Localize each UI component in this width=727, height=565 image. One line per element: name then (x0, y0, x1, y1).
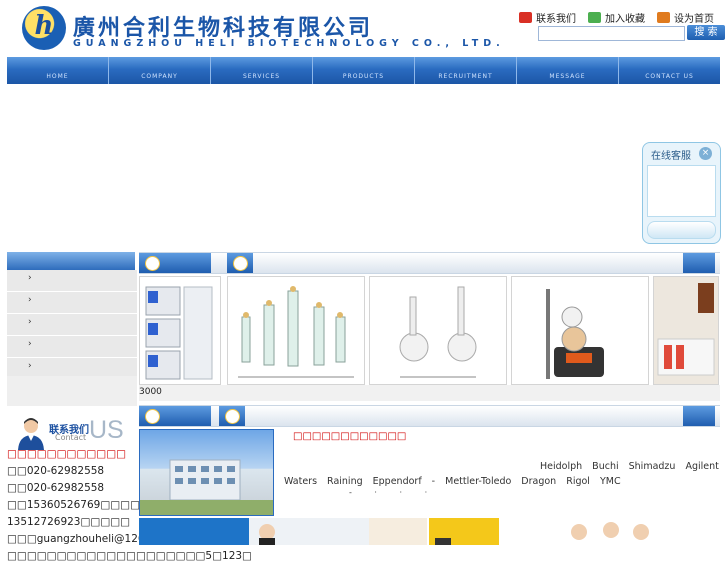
service-body[interactable] (647, 165, 716, 217)
product-image-reagents[interactable] (653, 276, 719, 385)
nav-recruitment[interactable]: RECRUITMENT (415, 57, 517, 84)
search-button[interactable]: 搜 索 (687, 25, 725, 40)
add-favorite-link[interactable]: 加入收藏 (588, 10, 645, 25)
search-input[interactable] (538, 26, 685, 41)
nav-company[interactable]: COMPANY (109, 57, 211, 84)
news-more-tab[interactable] (683, 406, 715, 426)
news-title-bar (139, 405, 720, 427)
rotary-evaporator-illustration (546, 289, 604, 379)
company-name-en: GUANGZHOU HELI BIOTECHNOLOGY CO., LTD. (73, 38, 505, 49)
contact-address: □□□□□□□□□□□□□□□□□□□□5□123□ (7, 550, 252, 562)
main-nav: HOME COMPANY SERVICES PRODUCTS RECRUITME… (7, 57, 720, 84)
contact-details: □□□□□□□□□□□□ □□020-62982558 □□020-629825… (7, 446, 252, 565)
chevron-right-icon: › (28, 295, 32, 305)
brand-list-1: Heidolph Buchi Shimadzu Agilent (540, 461, 719, 472)
product-image-rotary-evaporator[interactable] (511, 276, 649, 385)
news-headline[interactable]: □□□□□□□□□□□□ (293, 431, 406, 442)
contact-us-link[interactable]: 联系我们 (519, 10, 576, 25)
online-service-widget: 在线客服 × (642, 142, 721, 244)
chevron-right-icon: › (28, 317, 32, 327)
category-item[interactable]: › (7, 336, 137, 358)
bottom-banner (139, 518, 720, 545)
news-subtab[interactable] (219, 406, 245, 426)
bulb-icon (145, 256, 160, 271)
category-header (7, 252, 135, 270)
contact-title-en: Contact (55, 433, 87, 442)
chevron-right-icon: › (28, 361, 32, 371)
building-illustration (140, 459, 273, 515)
product-image-glassware[interactable] (369, 276, 507, 385)
nav-message[interactable]: MESSAGE (517, 57, 619, 84)
news-tab[interactable] (139, 406, 211, 426)
set-homepage-link[interactable]: 设为首页 (657, 10, 714, 25)
close-icon[interactable]: × (699, 147, 712, 160)
company-building-image[interactable] (139, 429, 274, 516)
products-subtab[interactable] (227, 253, 253, 273)
product-gallery (139, 276, 720, 385)
bulb-icon (225, 409, 240, 424)
chevron-right-icon: › (28, 273, 32, 283)
customer-service-person-icon (18, 418, 44, 450)
product-image-hplc[interactable] (139, 276, 221, 385)
nav-products[interactable]: PRODUCTS (313, 57, 415, 84)
phone-icon (519, 12, 532, 23)
contact-email[interactable]: □□□guangzhouheli@126.com (7, 531, 170, 548)
link-label: 联系我们 (536, 14, 576, 25)
category-item[interactable]: › (7, 292, 137, 314)
products-more-tab[interactable] (683, 253, 715, 273)
contact-mobile-2: 13512726923□□□□□ (7, 516, 131, 528)
glassware-illustration (399, 286, 477, 378)
products-title-bar (139, 252, 720, 274)
contact-phone: □□020-62982558 (7, 465, 105, 477)
service-title: 在线客服 (651, 151, 691, 162)
chevron-right-icon: › (28, 339, 32, 349)
nav-services[interactable]: SERVICES (211, 57, 313, 84)
product-caption: 3000 (139, 385, 720, 401)
logo-mark: h (34, 11, 54, 41)
category-item[interactable]: › (7, 270, 137, 292)
company-logo[interactable]: h (22, 6, 66, 50)
contact-fax: □□020-62982558 (7, 482, 105, 494)
nav-contact-us[interactable]: CONTACT US (619, 57, 720, 84)
contact-company: □□□□□□□□□□□□ (7, 448, 127, 460)
glass-columns-illustration (238, 286, 354, 378)
bulb-icon (145, 409, 160, 424)
category-item[interactable]: › (7, 314, 137, 336)
service-footer-button[interactable] (647, 221, 716, 239)
products-tab[interactable] (139, 253, 211, 273)
bulb-icon (233, 256, 248, 271)
nav-home[interactable]: HOME (7, 57, 109, 84)
home-icon (657, 12, 670, 23)
contact-mobile: □□15360526769□□□□□ (7, 499, 150, 511)
brand-list-dots: - · · · (349, 488, 438, 497)
category-list: › › › › › (7, 270, 137, 380)
contact-us-watermark: US (89, 416, 124, 444)
bookmark-icon (588, 12, 601, 23)
link-label: 设为首页 (674, 14, 714, 25)
site-header: h 廣州合利生物科技有限公司 GUANGZHOU HELI BIOTECHNOL… (7, 0, 725, 57)
brand-list-2: Waters Raining Eppendorf - Mettler-Toled… (284, 476, 621, 487)
product-image-columns[interactable] (227, 276, 365, 385)
hplc-illustration (145, 286, 213, 380)
top-links: 联系我们 加入收藏 设为首页 (519, 10, 714, 25)
reagent-bottles-illustration (654, 277, 718, 384)
bottom-banner-illustration (139, 518, 720, 545)
category-spacer (7, 376, 137, 406)
link-label: 加入收藏 (605, 14, 645, 25)
